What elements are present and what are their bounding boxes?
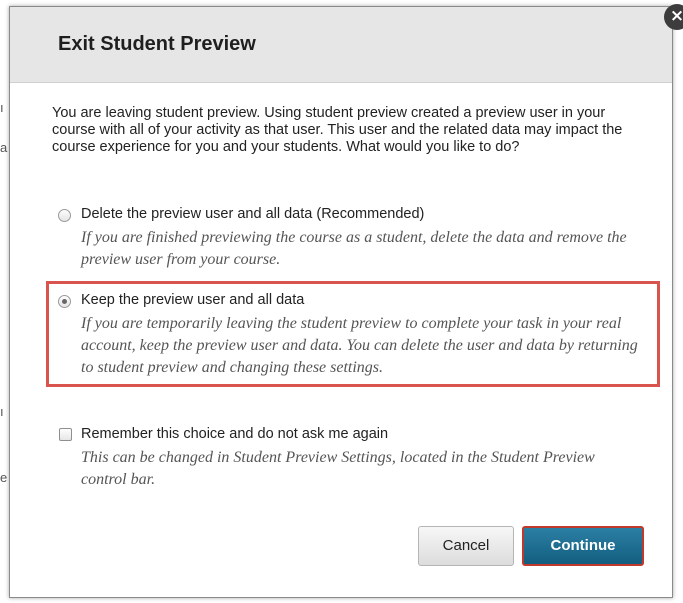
remember-choice-label[interactable]: Remember this choice and do not ask me a… bbox=[81, 426, 388, 442]
background-fragment: ı bbox=[0, 100, 4, 115]
background-fragment: ı bbox=[0, 404, 4, 419]
remember-choice-description: This can be changed in Student Preview S… bbox=[81, 449, 595, 488]
dialog-header: Exit Student Preview bbox=[10, 7, 672, 83]
background-fragment: a bbox=[0, 140, 8, 155]
option-description: If you are finished previewing the cours… bbox=[81, 229, 627, 268]
dialog-intro-text: You are leaving student preview. Using s… bbox=[52, 105, 623, 155]
continue-button[interactable]: Continue bbox=[522, 526, 644, 566]
option-label[interactable]: Delete the preview user and all data (Re… bbox=[81, 206, 424, 222]
option-description: If you are temporarily leaving the stude… bbox=[81, 315, 638, 376]
cancel-button[interactable]: Cancel bbox=[418, 526, 514, 566]
remember-choice-checkbox[interactable] bbox=[59, 428, 72, 441]
close-icon[interactable]: × bbox=[664, 4, 683, 30]
dialog-title: Exit Student Preview bbox=[58, 33, 256, 55]
background-fragment: e bbox=[0, 470, 8, 485]
radio-keep-preview-user[interactable] bbox=[58, 295, 71, 308]
option-label[interactable]: Keep the preview user and all data bbox=[81, 292, 304, 308]
radio-delete-preview-user[interactable] bbox=[58, 209, 71, 222]
